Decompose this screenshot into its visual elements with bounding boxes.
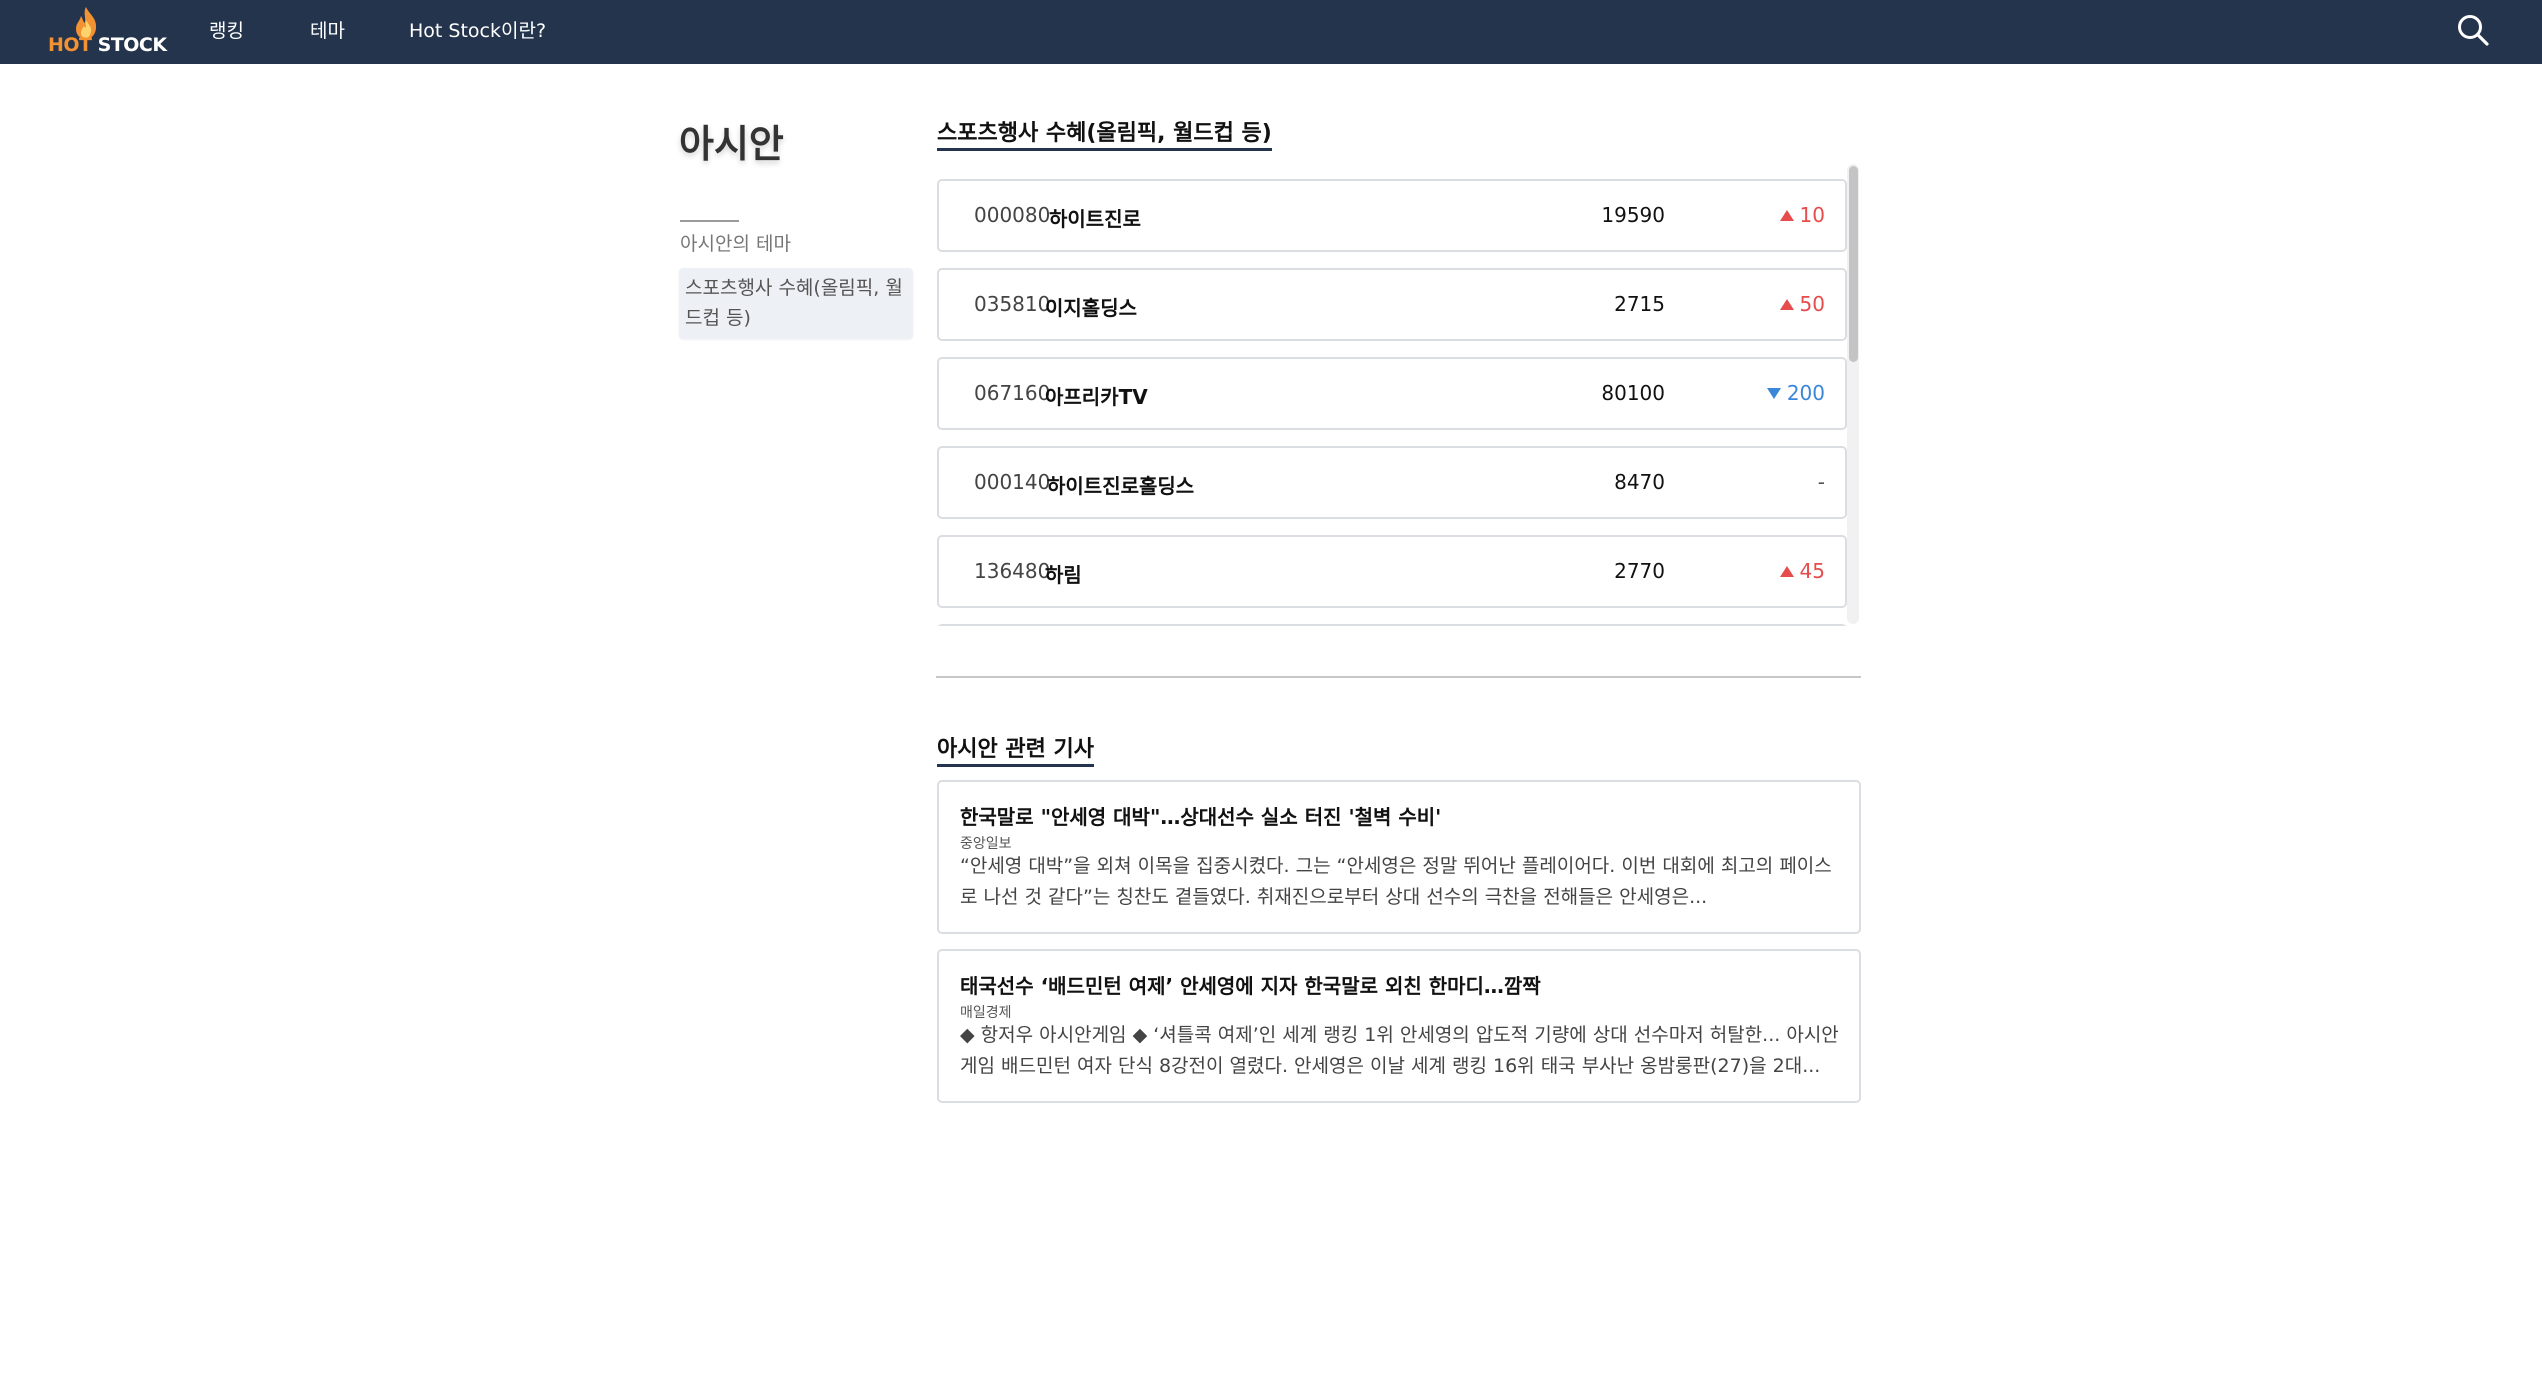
logo-text: HOT STOCK <box>48 34 167 56</box>
stock-row[interactable]: 000140 하이트진로홀딩스 8470 - <box>937 446 1847 519</box>
sidebar-heading: 아시안의 테마 <box>680 233 791 255</box>
news-section-title: 아시안 관련 기사 <box>937 731 1094 767</box>
stock-name: 아프리카TV <box>1045 385 1148 409</box>
theme-section-title: 스포츠행사 수혜(올림픽, 월드컵 등) <box>937 115 1272 151</box>
news-source: 매일경제 <box>960 1005 1012 1021</box>
news-title: 한국말로 "안세영 대박"…상대선수 실소 터진 '철벽 수비' <box>960 805 1442 829</box>
stock-change-value: - <box>1817 470 1825 494</box>
stock-row[interactable]: 000080 하이트진로 19590 10 <box>937 179 1847 252</box>
nav-theme[interactable]: 테마 <box>310 16 345 43</box>
news-source: 중앙일보 <box>960 836 1012 852</box>
news-card[interactable]: 태국선수 ‘배드민턴 여제’ 안세영에 지자 한국말로 외친 한마디…깜짝 매일… <box>937 949 1861 1103</box>
stock-name: 하림 <box>1045 563 1082 587</box>
triangle-down-icon <box>1766 387 1781 399</box>
stock-code: 035810 <box>974 292 1051 316</box>
triangle-up-icon <box>1779 209 1794 221</box>
stock-change-value: 45 <box>1799 559 1825 583</box>
news-card[interactable]: 한국말로 "안세영 대박"…상대선수 실소 터진 '철벽 수비' 중앙일보 “안… <box>937 780 1861 934</box>
stock-change-value: 200 <box>1786 381 1825 405</box>
stock-row[interactable]: 035810 이지홀딩스 2715 50 <box>937 268 1847 341</box>
section-divider <box>936 676 1861 678</box>
stock-row[interactable]: 067160 아프리카TV 80100 200 <box>937 357 1847 430</box>
stock-list: 000080 하이트진로 19590 10 035810 이지홀딩스 2715 … <box>933 162 1863 626</box>
triangle-up-icon <box>1779 298 1794 310</box>
sidebar-divider <box>680 220 739 222</box>
stock-price: 2715 <box>1614 292 1665 316</box>
news-title: 태국선수 ‘배드민턴 여제’ 안세영에 지자 한국말로 외친 한마디…깜짝 <box>960 974 1541 998</box>
top-navigation-bar: HOT STOCK 랭킹 테마 Hot Stock이란? <box>0 0 2542 64</box>
stock-code: 000140 <box>974 470 1051 494</box>
stock-change: 10 <box>1779 203 1825 227</box>
news-summary: ◆ 항저우 아시안게임 ◆ ‘셔틀콕 여제’인 세계 랭킹 1위 안세영의 압도… <box>960 1024 1839 1077</box>
news-summary: “안세영 대박”을 외쳐 이목을 집중시켰다. 그는 “안세영은 정말 뛰어난 … <box>960 855 1832 908</box>
nav-about[interactable]: Hot Stock이란? <box>409 16 546 43</box>
stock-name: 하이트진로홀딩스 <box>1047 474 1195 498</box>
stock-change-value: 50 <box>1799 292 1825 316</box>
sidebar-theme-item[interactable]: 스포츠행사 수혜(올림픽, 월드컵 등) <box>679 268 913 339</box>
stock-name: 이지홀딩스 <box>1045 296 1137 320</box>
stock-code: 067160 <box>974 381 1051 405</box>
stock-change: 45 <box>1779 559 1825 583</box>
stock-price: 19590 <box>1601 203 1665 227</box>
page-title: 아시안 <box>679 122 784 166</box>
triangle-up-icon <box>1779 565 1794 577</box>
hot-stock-logo[interactable]: HOT STOCK <box>48 6 167 56</box>
stock-change: 50 <box>1779 292 1825 316</box>
stock-change: 200 <box>1766 381 1825 405</box>
stock-code: 000080 <box>974 203 1051 227</box>
nav-ranking[interactable]: 랭킹 <box>209 16 244 43</box>
stock-list-scrollbar-thumb[interactable] <box>1849 166 1858 362</box>
stock-price: 2770 <box>1614 559 1665 583</box>
stock-row[interactable] <box>937 624 1847 626</box>
logo-stock-text: STOCK <box>97 34 167 56</box>
stock-row[interactable]: 136480 하림 2770 45 <box>937 535 1847 608</box>
stock-price: 80100 <box>1601 381 1665 405</box>
search-icon[interactable] <box>2455 12 2491 48</box>
stock-price: 8470 <box>1614 470 1665 494</box>
logo-hot-text: HOT <box>48 34 92 56</box>
stock-change: - <box>1818 470 1825 494</box>
stock-code: 136480 <box>974 559 1051 583</box>
stock-name: 하이트진로 <box>1049 207 1141 231</box>
stock-change-value: 10 <box>1799 203 1825 227</box>
